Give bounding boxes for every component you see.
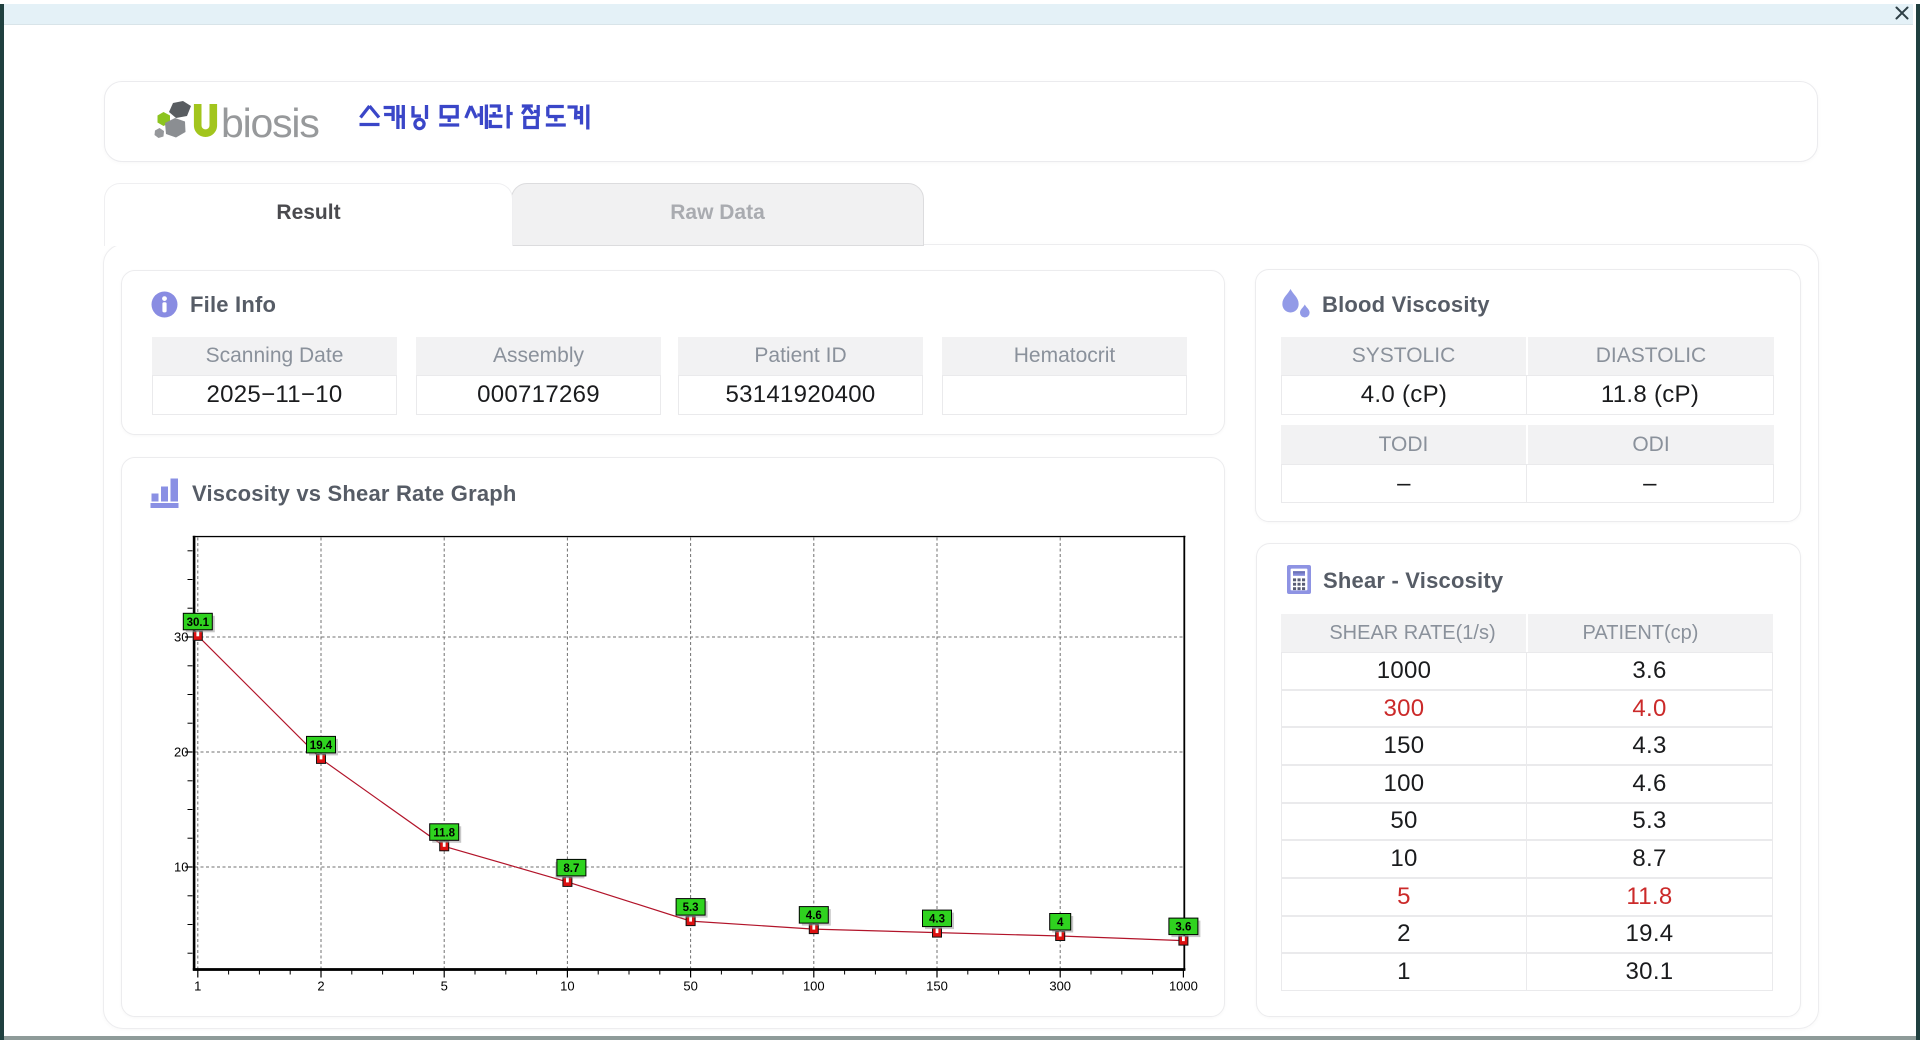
svg-text:2: 2	[317, 979, 324, 994]
svg-text:20: 20	[174, 745, 188, 760]
svg-text:1000: 1000	[1169, 979, 1198, 994]
svg-text:11.8: 11.8	[433, 827, 455, 839]
svg-text:19.4: 19.4	[310, 740, 333, 752]
svg-text:8.7: 8.7	[563, 863, 579, 875]
svg-text:300: 300	[1049, 979, 1071, 994]
svg-text:30.1: 30.1	[187, 617, 210, 629]
svg-text:5.3: 5.3	[683, 902, 699, 914]
svg-text:4.3: 4.3	[929, 914, 945, 926]
svg-text:5: 5	[441, 979, 448, 994]
svg-text:1: 1	[194, 979, 201, 994]
svg-text:10: 10	[174, 860, 188, 875]
svg-text:150: 150	[926, 979, 948, 994]
svg-text:4.6: 4.6	[806, 910, 822, 922]
svg-text:50: 50	[683, 979, 697, 994]
svg-text:biosis: biosis	[221, 100, 319, 146]
svg-text:10: 10	[560, 979, 574, 994]
svg-text:3.6: 3.6	[1175, 922, 1191, 934]
svg-text:100: 100	[803, 979, 825, 994]
svg-text:4: 4	[1057, 917, 1064, 929]
